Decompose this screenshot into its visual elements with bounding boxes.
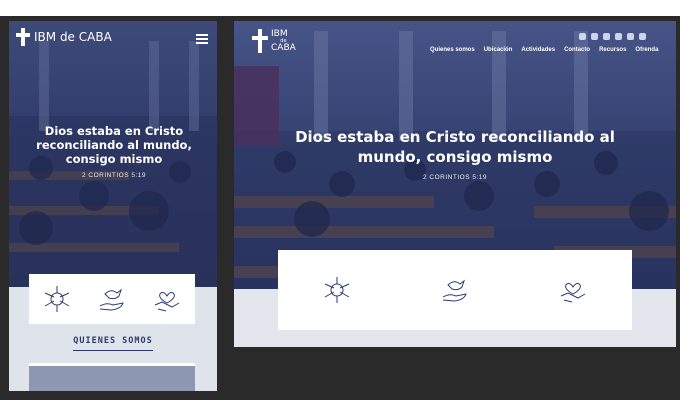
heart-handshake-icon — [558, 275, 588, 305]
section-underline — [73, 350, 153, 351]
social-links — [579, 33, 646, 40]
nav-ofrenda[interactable]: Ofrenda — [635, 47, 658, 53]
logo-line-caba: CABA — [271, 43, 296, 53]
main-nav: Quienes somos Ubicación Actividades Cont… — [430, 47, 658, 53]
dove-hand-icon — [440, 275, 470, 305]
desktop-logo[interactable]: IBM de CABA — [252, 29, 296, 53]
email-icon[interactable] — [639, 33, 646, 40]
desktop-feature-cards — [278, 250, 632, 330]
mobile-hero: IBM de CABA Dios estaba en Cristo reconc… — [9, 21, 217, 287]
cross-logo-icon — [252, 29, 268, 53]
about-image — [29, 363, 195, 391]
nav-actividades[interactable]: Actividades — [521, 47, 555, 53]
nav-ubicacion[interactable]: Ubicación — [484, 47, 513, 53]
desktop-hero-title: Dios estaba en Cristo reconciliando al m… — [295, 128, 615, 166]
mobile-preview: IBM de CABA Dios estaba en Cristo reconc… — [9, 21, 217, 391]
nav-recursos[interactable]: Recursos — [599, 47, 626, 53]
desktop-hero-reference: 2 CORINTIOS 5:19 — [423, 174, 487, 181]
whatsapp-icon[interactable] — [627, 33, 634, 40]
desktop-hero: IBM de CABA Quienes somos Ubicación Acti… — [234, 21, 676, 289]
nav-quienes-somos[interactable]: Quienes somos — [430, 47, 475, 53]
nav-contacto[interactable]: Contacto — [564, 47, 590, 53]
facebook-icon[interactable] — [591, 33, 598, 40]
top-strip — [0, 0, 680, 16]
hamburger-menu-icon[interactable] — [196, 34, 208, 44]
dove-hand-icon — [97, 284, 127, 314]
mobile-hero-reference: 2 CORINTIOS 5:19 — [82, 172, 146, 179]
instagram-icon[interactable] — [579, 33, 586, 40]
hands-together-icon — [322, 275, 352, 305]
youtube-icon[interactable] — [615, 33, 622, 40]
mobile-logo[interactable]: IBM de CABA — [16, 28, 112, 46]
section-title-quienes-somos: QUIENES SOMOS — [73, 336, 153, 346]
mobile-hero-title: Dios estaba en Cristo reconciliando al m… — [36, 124, 192, 166]
cross-logo-icon — [16, 28, 30, 46]
hands-together-icon — [42, 284, 72, 314]
spotify-icon[interactable] — [603, 33, 610, 40]
heart-handshake-icon — [152, 284, 182, 314]
mobile-logo-text: IBM de CABA — [34, 30, 112, 44]
mobile-feature-cards — [29, 274, 195, 324]
desktop-preview: IBM de CABA Quienes somos Ubicación Acti… — [234, 21, 676, 347]
